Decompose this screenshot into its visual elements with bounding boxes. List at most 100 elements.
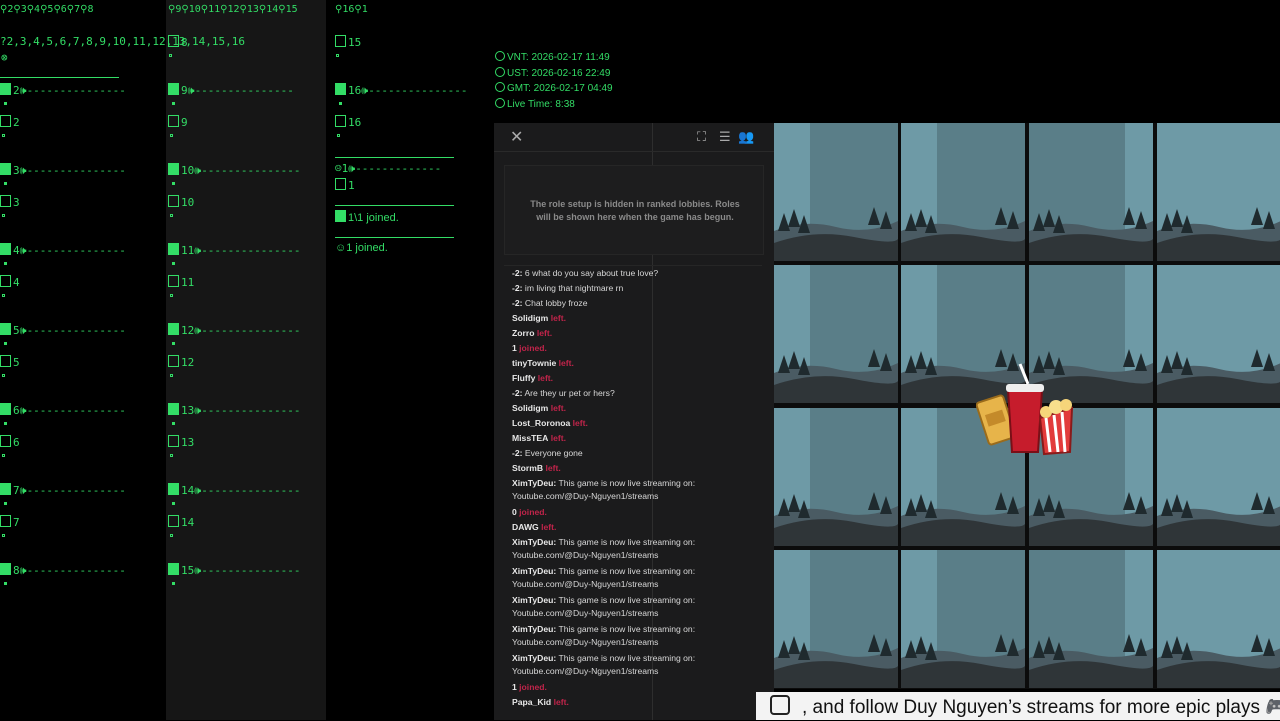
slot-row-on[interactable]: 3🕪--------------- — [0, 163, 126, 177]
player-tile[interactable] — [1157, 408, 1280, 546]
chat-username: 1 — [512, 343, 517, 353]
player-tile[interactable] — [774, 123, 898, 261]
header-box-row[interactable]: 15 — [335, 35, 361, 49]
player-tile[interactable] — [774, 408, 898, 546]
player-tile[interactable] — [901, 123, 1025, 261]
player-tile[interactable] — [1029, 123, 1153, 261]
slot-row-off[interactable]: 11 — [168, 275, 194, 289]
slot-row-on[interactable]: 12🕪--------------- — [168, 323, 301, 337]
status-dot-empty — [2, 214, 5, 217]
slot-checkbox[interactable] — [335, 178, 346, 190]
slot-row-off[interactable]: 2 — [0, 115, 20, 129]
player-tile[interactable] — [901, 550, 1025, 688]
slot-row-on[interactable]: 10🕪--------------- — [168, 163, 301, 177]
slot-row-on[interactable]: 8🕪--------------- — [0, 563, 126, 577]
menu-icon[interactable]: ☰ — [719, 129, 731, 145]
slot-checkbox[interactable] — [335, 115, 346, 127]
slot-row-off[interactable]: 16 — [335, 115, 361, 129]
status-dot — [339, 102, 342, 105]
slot-checkbox[interactable] — [0, 275, 11, 287]
slot-checkbox-checked[interactable] — [168, 243, 179, 255]
chat-panel: ✕ ⛶ ☰ 👥 The role setup is hidden in rank… — [494, 123, 774, 720]
slot-checkbox-checked[interactable] — [335, 83, 346, 95]
slot-checkbox-checked[interactable] — [0, 563, 11, 575]
slot-row-off[interactable]: 4 — [0, 275, 20, 289]
slot-checkbox-checked[interactable] — [168, 163, 179, 175]
slot-row-on[interactable]: 9🕪--------------- — [168, 83, 294, 97]
player-tile[interactable] — [1029, 550, 1153, 688]
slot-checkbox[interactable] — [168, 35, 179, 47]
slot-checkbox-checked[interactable] — [0, 243, 11, 255]
slot-row-off[interactable]: 13 — [168, 435, 194, 449]
fullscreen-icon[interactable]: ⛶ — [697, 129, 706, 145]
slot-checkbox[interactable] — [168, 195, 179, 207]
slot-checkbox[interactable] — [0, 515, 11, 527]
slot-row-on[interactable]: 11🕪--------------- — [168, 243, 301, 257]
slot-row-on[interactable]: 4🕪--------------- — [0, 243, 126, 257]
slot-row-off[interactable]: 10 — [168, 195, 194, 209]
slot-row-off[interactable]: 14 — [168, 515, 194, 529]
slot-row-on[interactable]: 6🕪--------------- — [0, 403, 126, 417]
chat-log[interactable]: -2: 6 what do you say about true love? -2… — [504, 265, 762, 721]
player-tile[interactable] — [1157, 123, 1280, 261]
slot-checkbox-checked[interactable] — [168, 83, 179, 95]
player-tile[interactable] — [1157, 265, 1280, 403]
player-tile[interactable] — [774, 265, 898, 403]
slot-row-on[interactable]: 13🕪--------------- — [168, 403, 301, 417]
slot-row-on[interactable]: 7🕪--------------- — [0, 483, 126, 497]
slot-checkbox[interactable] — [335, 35, 346, 47]
slot-checkbox-checked[interactable] — [0, 483, 11, 495]
status-dot — [4, 582, 7, 585]
slot-checkbox[interactable] — [0, 435, 11, 447]
slot-checkbox[interactable] — [168, 435, 179, 447]
slot-checkbox-checked[interactable] — [0, 83, 11, 95]
slot-checkbox[interactable] — [0, 355, 11, 367]
popcorn-drink-icon — [975, 363, 1074, 456]
slot-row-on[interactable]: 15🕪--------------- — [168, 563, 301, 577]
slot-checkbox-checked[interactable] — [168, 483, 179, 495]
slot-checkbox-checked[interactable] — [168, 323, 179, 335]
slot-divider: --------------- — [26, 404, 126, 417]
slot-row-off[interactable]: 3 — [0, 195, 20, 209]
slot-checkbox-checked[interactable] — [0, 163, 11, 175]
slot-checkbox[interactable] — [0, 115, 11, 127]
slot-checkbox[interactable] — [168, 115, 179, 127]
slot-row-on[interactable]: 5🕪--------------- — [0, 323, 126, 337]
slot-row-off[interactable]: 5 — [0, 355, 20, 369]
chat-username: XimTyDeu: — [512, 478, 557, 488]
status-dot — [4, 502, 7, 505]
slot-row-off[interactable]: 7 — [0, 515, 20, 529]
slot-row-off[interactable]: 12 — [168, 355, 194, 369]
players-icon[interactable]: 👥 — [738, 129, 754, 145]
header-box-row[interactable]: 8 — [168, 35, 188, 49]
close-icon[interactable]: ✕ — [510, 127, 523, 147]
status-dot-empty — [170, 454, 173, 457]
slot-row-on[interactable]: 2🕪--------------- — [0, 83, 126, 97]
slot-checkbox[interactable] — [0, 195, 11, 207]
slot-row-off[interactable]: 6 — [0, 435, 20, 449]
slot-divider: --------------- — [26, 484, 126, 497]
settings-icon[interactable]: ⊗ — [1, 51, 8, 64]
player-tile[interactable] — [1157, 550, 1280, 688]
clock-icon — [495, 82, 505, 92]
chat-message: 1 joined. — [504, 341, 762, 356]
slot-checkbox-checked[interactable] — [0, 403, 11, 415]
slot-row-on[interactable]: 16🕪--------------- — [335, 83, 468, 97]
slot-checkbox[interactable] — [168, 275, 179, 287]
pin-icon: ⚲ — [278, 4, 286, 15]
status-dot-empty — [169, 54, 172, 57]
player-tile[interactable] — [774, 550, 898, 688]
slot-checkbox-checked[interactable] — [168, 403, 179, 415]
chat-username: 1 — [512, 682, 517, 692]
clock-live-time: Live Time: 8:38 — [495, 98, 575, 110]
player-1-row[interactable]: ☹1🕪------------- — [335, 162, 441, 175]
slot-checkbox-checked[interactable] — [168, 563, 179, 575]
slot-checkbox[interactable] — [168, 355, 179, 367]
joined-line-2: ☺1 joined. — [335, 242, 388, 255]
slot-row-off[interactable]: 9 — [168, 115, 188, 129]
slot-checkbox[interactable] — [168, 515, 179, 527]
player-1-box-row[interactable]: 1 — [335, 178, 355, 192]
clock-ust: UST: 2026-02-16 22:49 — [495, 67, 610, 79]
slot-row-on[interactable]: 14🕪--------------- — [168, 483, 301, 497]
slot-checkbox-checked[interactable] — [0, 323, 11, 335]
